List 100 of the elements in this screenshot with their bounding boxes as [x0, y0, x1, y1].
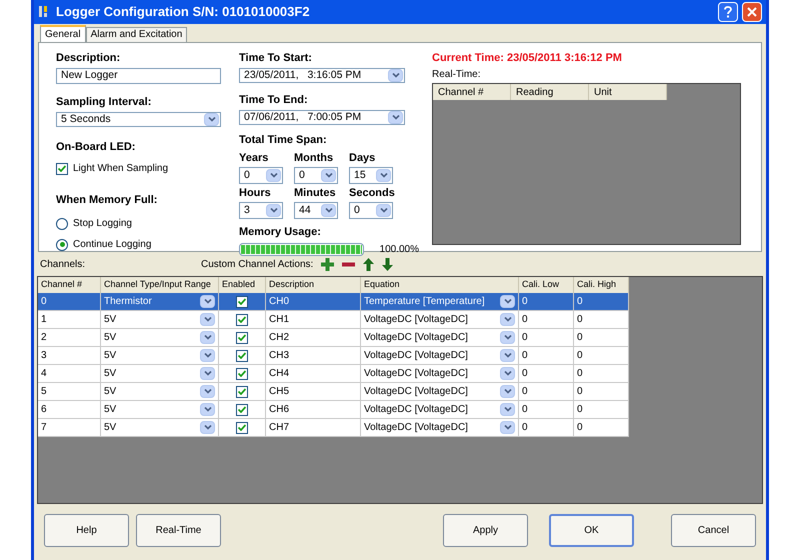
up-arrow-icon[interactable] — [363, 258, 374, 270]
equation-dropdown[interactable]: VoltageDC [VoltageDC] — [361, 365, 519, 383]
dialog-button[interactable]: Real-Time — [136, 514, 221, 547]
dropdown-arrow-button[interactable] — [321, 204, 336, 217]
checkbox[interactable] — [56, 162, 68, 174]
checkbox[interactable] — [236, 422, 248, 434]
table-cell: 0 — [519, 293, 574, 311]
sampling-interval-dropdown[interactable]: 5 Seconds — [56, 112, 221, 127]
time-span-dropdown[interactable]: 44 — [294, 202, 338, 219]
chevron-icon — [324, 208, 332, 213]
dialog-button[interactable]: Cancel — [671, 514, 756, 547]
help-title-button[interactable] — [718, 2, 738, 22]
checkbox[interactable] — [236, 350, 248, 362]
equation-dropdown[interactable]: VoltageDC [VoltageDC] — [361, 419, 519, 437]
dropdown-arrow-button[interactable] — [376, 204, 391, 217]
table-cell: CH6 — [266, 401, 361, 419]
end-time-dropdown[interactable]: 07/06/2011, 7:00:05 PM — [239, 110, 405, 125]
dropdown-arrow-button[interactable] — [500, 313, 515, 326]
table-row[interactable]: 3 5V CH3 VoltageDC [VoltageDC] 0 0 — [38, 347, 629, 365]
dialog-button[interactable]: Help — [44, 514, 129, 547]
equation-dropdown[interactable]: VoltageDC [VoltageDC] — [361, 401, 519, 419]
dropdown-arrow-button[interactable] — [388, 111, 403, 124]
dropdown-arrow-button[interactable] — [500, 367, 515, 380]
type-dropdown[interactable]: 5V — [101, 347, 219, 365]
table-row[interactable]: 6 5V CH6 VoltageDC [VoltageDC] 0 0 — [38, 401, 629, 419]
table-cell: CH4 — [266, 365, 361, 383]
dropdown-arrow-button[interactable] — [321, 169, 336, 182]
dropdown-arrow-button[interactable] — [500, 295, 515, 308]
table-cell: 4 — [38, 365, 101, 383]
dropdown-arrow-button[interactable] — [200, 421, 215, 434]
checkbox[interactable] — [236, 404, 248, 416]
table-cell: 6 — [38, 401, 101, 419]
dropdown-arrow-button[interactable] — [200, 295, 215, 308]
dialog-button[interactable]: OK — [549, 514, 634, 547]
checkbox[interactable] — [236, 314, 248, 326]
equation-dropdown[interactable]: VoltageDC [VoltageDC] — [361, 383, 519, 401]
chevron-icon — [270, 208, 278, 213]
type-dropdown[interactable]: 5V — [101, 311, 219, 329]
table-row[interactable]: 7 5V CH7 VoltageDC [VoltageDC] 0 0 — [38, 419, 629, 437]
table-cell: 3 — [38, 347, 101, 365]
dropdown-arrow-button[interactable] — [500, 349, 515, 362]
checkbox[interactable] — [236, 332, 248, 344]
start-time-dropdown[interactable]: 23/05/2011, 3:16:05 PM — [239, 68, 405, 83]
dropdown-arrow-button[interactable] — [200, 349, 215, 362]
dropdown-arrow-button[interactable] — [388, 69, 403, 82]
chevron-icon — [392, 115, 400, 120]
field-label: Sampling Interval: — [56, 97, 152, 108]
channels-label: Channels: — [40, 258, 86, 272]
equation-dropdown[interactable]: VoltageDC [VoltageDC] — [361, 347, 519, 365]
equation-dropdown[interactable]: Temperature [Temperature] — [361, 293, 519, 311]
column-header: Channel Type/Input Range — [101, 277, 219, 293]
dropdown-arrow-button[interactable] — [500, 385, 515, 398]
type-dropdown[interactable]: 5V — [101, 383, 219, 401]
down-arrow-icon[interactable] — [382, 258, 394, 270]
description-field[interactable]: New Logger — [56, 68, 221, 84]
dropdown-arrow-button[interactable] — [376, 169, 391, 182]
time-span-dropdown[interactable]: 0 — [239, 167, 283, 184]
type-dropdown[interactable]: 5V — [101, 419, 219, 437]
dropdown-arrow-button[interactable] — [266, 204, 281, 217]
time-span-dropdown[interactable]: 3 — [239, 202, 283, 219]
dropdown-arrow-button[interactable] — [500, 331, 515, 344]
type-dropdown[interactable]: 5V — [101, 365, 219, 383]
type-dropdown[interactable]: 5V — [101, 329, 219, 347]
dropdown-arrow-button[interactable] — [500, 403, 515, 416]
checkbox[interactable] — [236, 296, 248, 308]
dropdown-arrow-button[interactable] — [200, 403, 215, 416]
dropdown-arrow-button[interactable] — [266, 169, 281, 182]
time-span-dropdown[interactable]: 0 — [349, 202, 393, 219]
radio-button[interactable] — [56, 218, 68, 230]
type-dropdown[interactable]: Thermistor — [101, 293, 219, 311]
tab[interactable]: General — [40, 25, 86, 42]
dropdown-arrow-button[interactable] — [500, 421, 515, 434]
time-span-dropdown[interactable]: 0 — [294, 167, 338, 184]
dropdown-arrow-button[interactable] — [200, 313, 215, 326]
checkbox[interactable] — [236, 368, 248, 380]
checkbox[interactable] — [236, 386, 248, 398]
time-span-dropdown[interactable]: 15 — [349, 167, 393, 184]
dropdown-arrow-button[interactable] — [200, 385, 215, 398]
dropdown-arrow-button[interactable] — [200, 331, 215, 344]
table-row[interactable]: 5 5V CH5 VoltageDC [VoltageDC] 0 0 — [38, 383, 629, 401]
table-row[interactable]: 1 5V CH1 VoltageDC [VoltageDC] 0 0 — [38, 311, 629, 329]
equation-dropdown[interactable]: VoltageDC [VoltageDC] — [361, 311, 519, 329]
plus-icon[interactable] — [321, 258, 334, 270]
table-row[interactable]: 4 5V CH4 VoltageDC [VoltageDC] 0 0 — [38, 365, 629, 383]
dialog-button[interactable]: Apply — [443, 514, 528, 547]
table-row[interactable]: 0 Thermistor CH0 Temperature [Temperature] 0 0 — [38, 293, 629, 311]
dropdown-arrow-button[interactable] — [204, 113, 219, 126]
tab[interactable]: Alarm and Excitation — [86, 27, 188, 42]
radio-label: Stop Logging — [73, 217, 132, 231]
table-cell: 0 — [519, 365, 574, 383]
equation-dropdown[interactable]: VoltageDC [VoltageDC] — [361, 329, 519, 347]
chevron-icon — [204, 425, 212, 430]
type-dropdown[interactable]: 5V — [101, 401, 219, 419]
close-button[interactable] — [742, 2, 762, 22]
field-label: Time To Start: — [239, 53, 313, 64]
table-row[interactable]: 2 5V CH2 VoltageDC [VoltageDC] 0 0 — [38, 329, 629, 347]
table-cell: CH7 — [266, 419, 361, 437]
dropdown-arrow-button[interactable] — [200, 367, 215, 380]
table-cell: 0 — [519, 329, 574, 347]
radio-button[interactable] — [56, 238, 68, 250]
